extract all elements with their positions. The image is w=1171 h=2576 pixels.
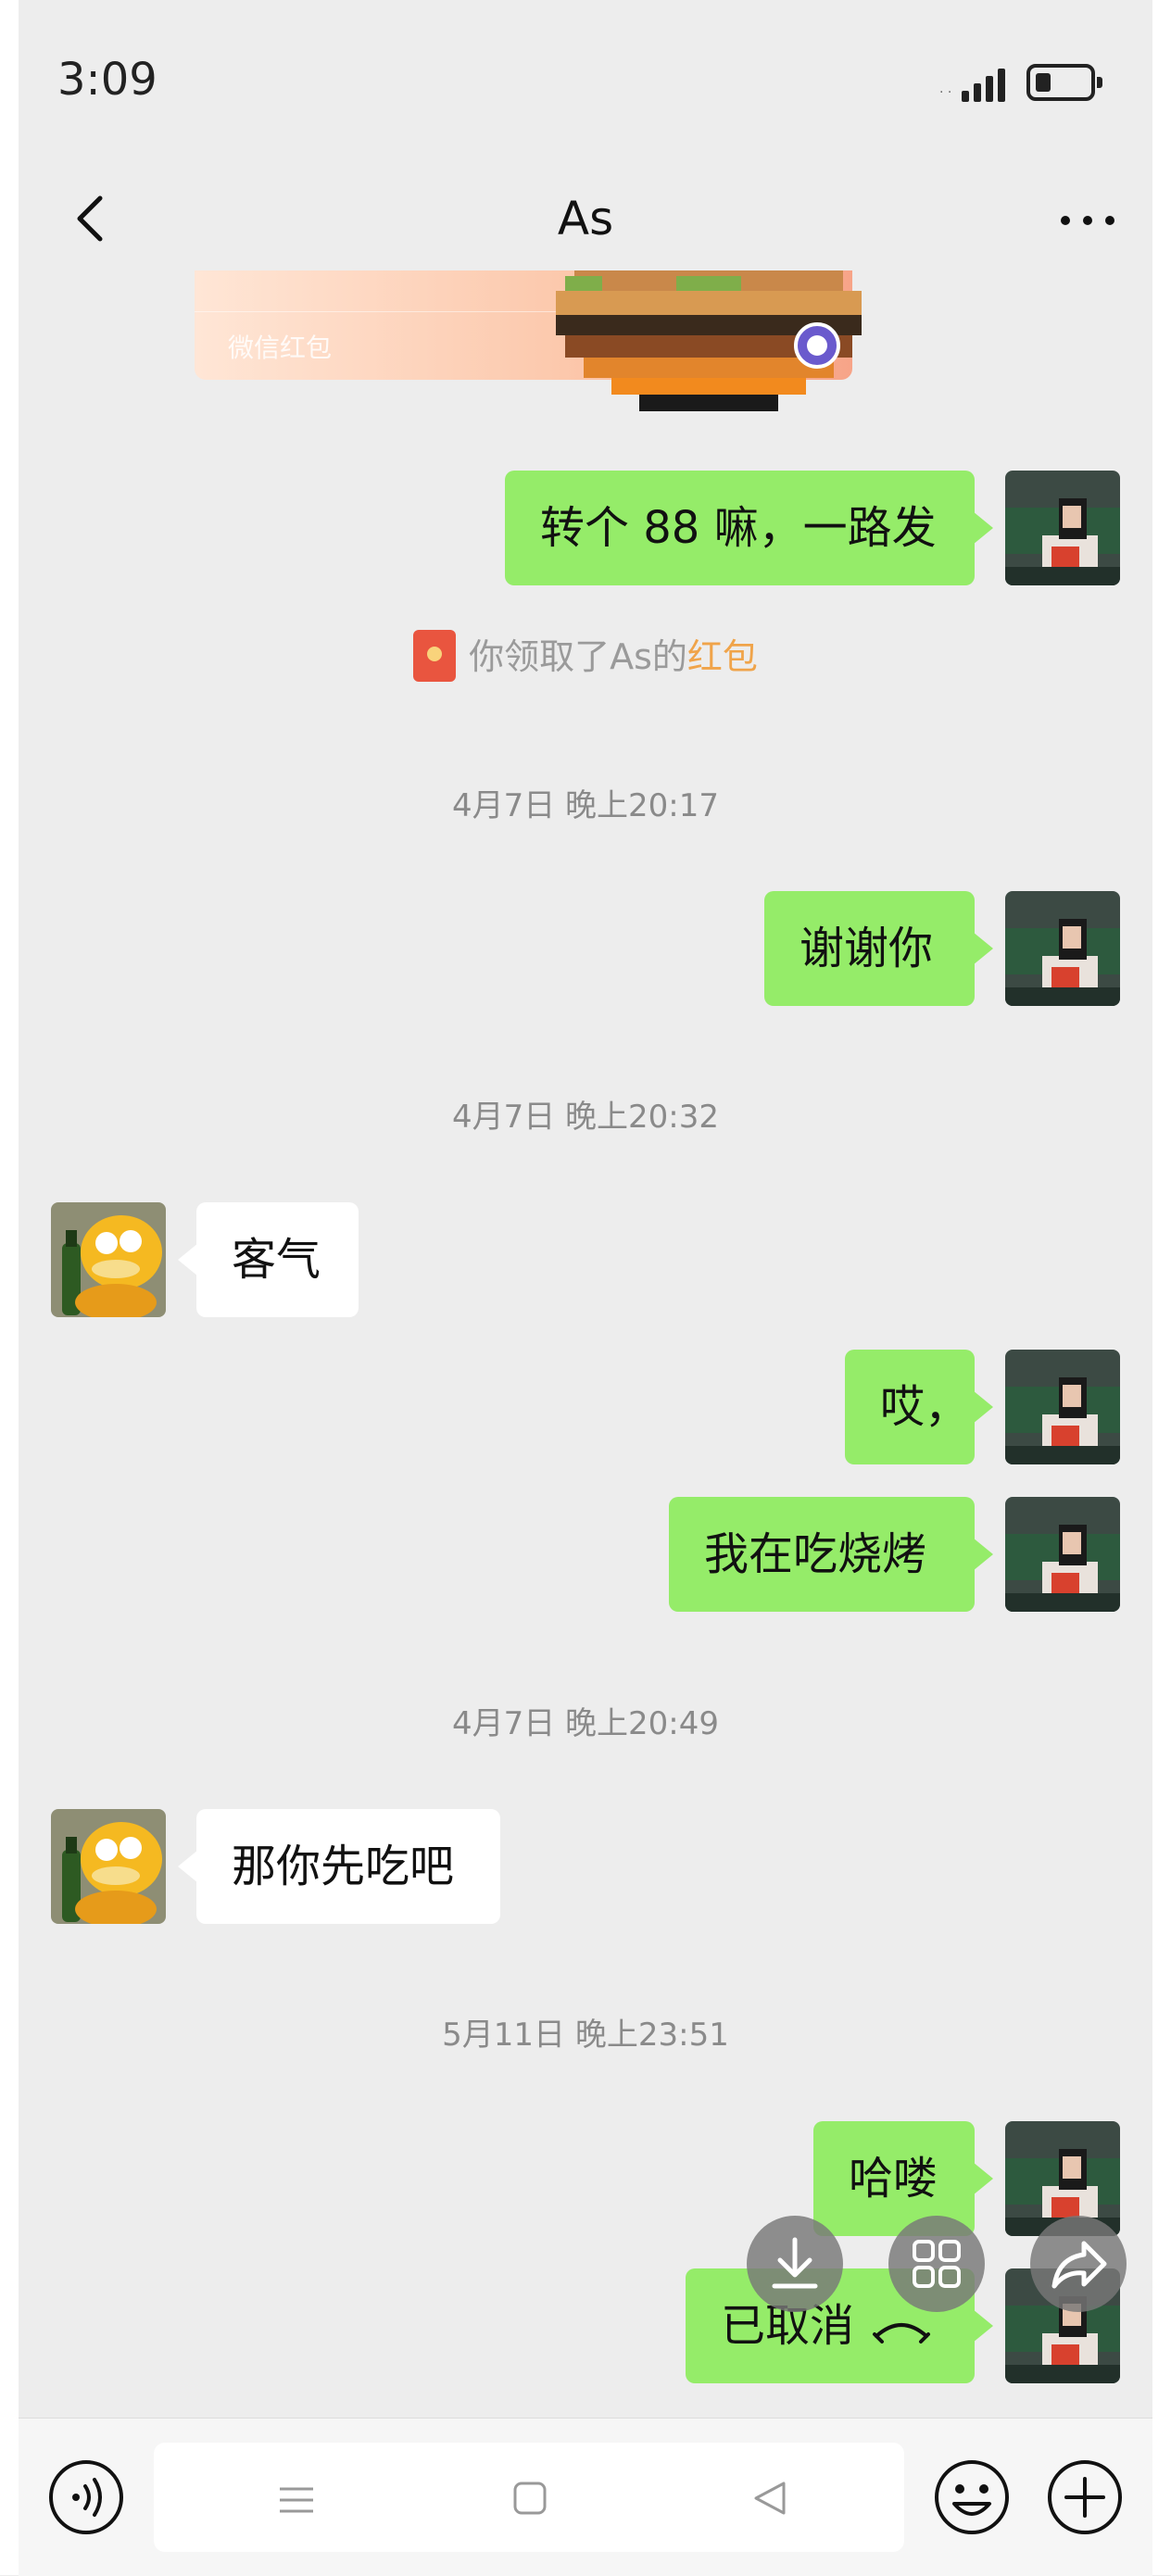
contact-avatar[interactable] [51,1809,166,1924]
sticker-badge-icon [794,322,840,369]
status-bar: 3:09 · · [0,0,1171,167]
forward-button[interactable] [1030,2216,1127,2312]
emoji-icon [935,2460,1009,2534]
more-icon [1061,216,1114,225]
voice-icon [49,2460,123,2534]
my-avatar[interactable] [1005,471,1120,585]
timestamp: 4月7日 晚上20:17 [451,787,720,824]
emoji-button[interactable] [930,2456,1014,2539]
my-avatar[interactable] [1005,1497,1120,1612]
red-packet-label: 微信红包 [228,333,333,363]
chat-title: As [557,192,614,245]
battery-icon [1026,64,1102,101]
more-button[interactable] [1041,182,1134,256]
red-packet-link[interactable]: 红包 [687,636,758,677]
message-bubble[interactable]: 谢谢你 [764,891,993,1006]
call-cancelled-icon [873,2323,931,2344]
plus-button[interactable] [1043,2456,1127,2539]
message-bubble[interactable]: 客气 [178,1202,359,1317]
plus-icon [1048,2460,1122,2534]
forward-icon [1051,2241,1107,2289]
multi-select-icon [913,2240,961,2288]
message-bubble[interactable]: 转个 88 嘛，一路发 [505,471,993,585]
input-bar [19,2418,1152,2576]
status-time: 3:09 [57,54,157,106]
download-icon [772,2237,818,2289]
message-bubble[interactable]: 那你先吃吧 [178,1809,500,1924]
timestamp: 4月7日 晚上20:32 [451,1099,720,1136]
home-nav-icon [502,2470,558,2526]
message-input[interactable] [154,2443,904,2552]
multi-select-button[interactable] [888,2216,985,2312]
message-bubble[interactable]: 我在吃烧烤 [669,1497,993,1612]
timestamp: 5月11日 晚上23:51 [442,2017,729,2054]
notice-text: 你领取了As的 [469,636,687,677]
download-button[interactable] [747,2216,843,2312]
screen-edge-right [1152,0,1171,2575]
timestamp: 4月7日 晚上20:49 [451,1705,720,1742]
my-avatar[interactable] [1005,891,1120,1006]
chat-header: As [19,167,1152,270]
screen-edge-left [0,0,19,2575]
my-avatar[interactable] [1005,1350,1120,1464]
message-bubble[interactable]: 哎， [845,1350,993,1464]
voice-button[interactable] [44,2456,128,2539]
red-packet-icon [413,629,457,682]
red-packet-received-notice: 你领取了As的红包 [0,628,1171,685]
menu-nav-icon [269,2470,324,2526]
contact-avatar[interactable] [51,1202,166,1317]
signal-icon: · · [939,63,1005,102]
back-nav-icon [743,2470,799,2526]
